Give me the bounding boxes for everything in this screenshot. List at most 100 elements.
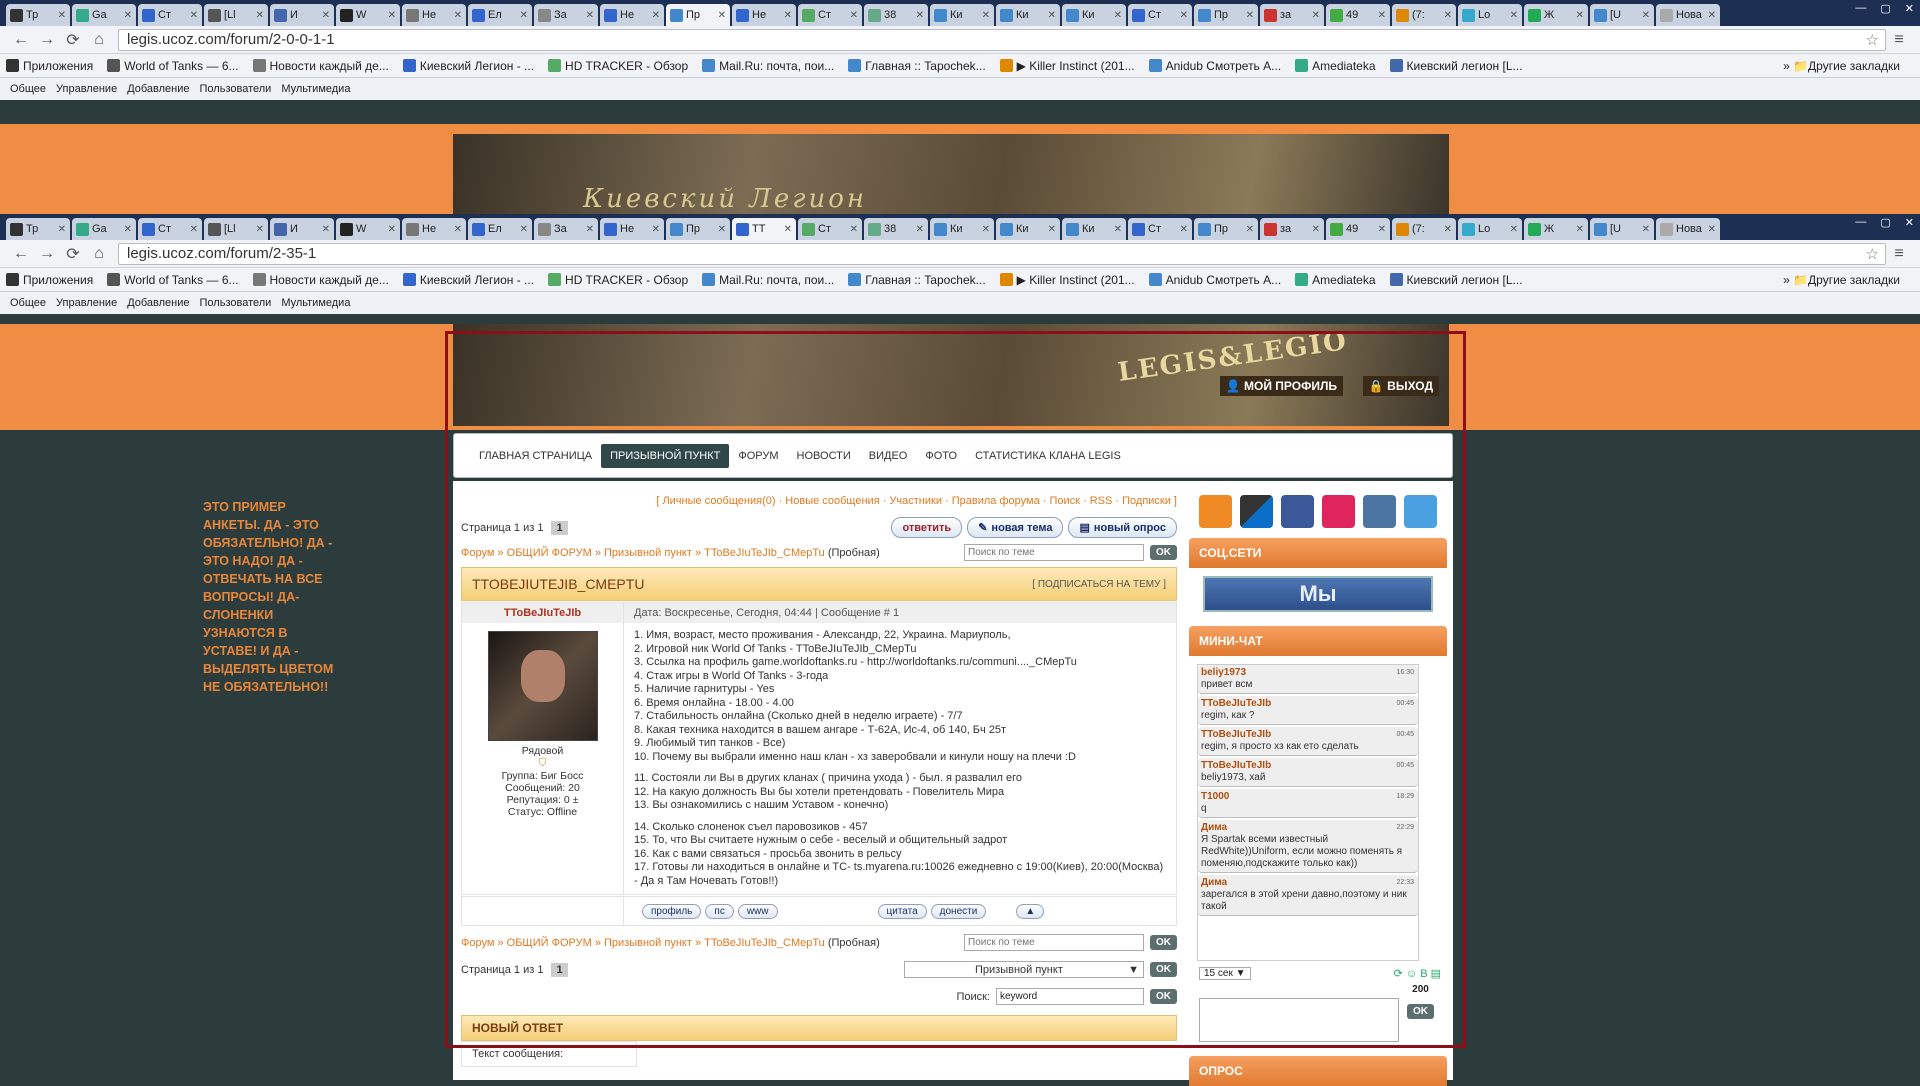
close-tab-icon[interactable]: ✕ — [520, 224, 528, 235]
browser-tab[interactable]: TT ✕ — [732, 218, 796, 240]
bookmark-item[interactable]: ▶ Killer Instinct (201... — [999, 59, 1135, 73]
chat-author[interactable]: TToBeJIuTeJIb — [1201, 760, 1415, 772]
close-tab-icon[interactable]: ✕ — [1048, 10, 1056, 21]
topic-search-input[interactable] — [964, 934, 1144, 951]
forum-links[interactable]: [ Личные сообщения(0) · Новые сообщения … — [461, 481, 1177, 507]
bookmark-item[interactable]: Mail.Ru: почта, пои... — [702, 59, 834, 73]
back-icon[interactable]: ← — [8, 245, 34, 263]
close-tab-icon[interactable]: ✕ — [652, 224, 660, 235]
browser-tab[interactable]: Ки ✕ — [1062, 218, 1126, 240]
nav-item[interactable]: ФОРУМ — [729, 444, 787, 468]
new-poll-button[interactable]: ▤ новый опрос — [1068, 517, 1177, 538]
twitter-icon[interactable] — [1404, 495, 1437, 528]
close-tab-icon[interactable]: ✕ — [1444, 224, 1452, 235]
chat-author[interactable]: Дима — [1201, 822, 1415, 834]
browser-tab[interactable]: Lo ✕ — [1458, 4, 1522, 26]
browser-tab[interactable]: Ел ✕ — [468, 218, 532, 240]
close-tab-icon[interactable]: ✕ — [454, 224, 462, 235]
refresh-interval-select[interactable]: 15 сек ▼ — [1199, 967, 1251, 980]
forum-jump-select[interactable]: Призывной пункт ▼ — [904, 961, 1144, 978]
reload-icon[interactable]: ⟳ — [60, 244, 86, 264]
close-tab-icon[interactable]: ✕ — [190, 10, 198, 21]
ucoz-menu-item[interactable]: Общее — [10, 297, 46, 309]
close-tab-icon[interactable]: ✕ — [1114, 224, 1122, 235]
close-tab-icon[interactable]: ✕ — [58, 10, 66, 21]
bookmark-item[interactable]: HD TRACKER - Обзор — [548, 273, 688, 287]
bookmark-item[interactable]: Приложения — [6, 273, 93, 287]
close-tab-icon[interactable]: ✕ — [1642, 10, 1650, 21]
browser-tab[interactable]: Не ✕ — [600, 4, 664, 26]
browser-tab[interactable]: (7: ✕ — [1392, 4, 1456, 26]
home-icon[interactable]: ⌂ — [86, 31, 112, 49]
browser-tab[interactable]: [U ✕ — [1590, 4, 1654, 26]
chat-send-button[interactable]: OK — [1407, 1004, 1434, 1019]
close-tab-icon[interactable]: ✕ — [256, 10, 264, 21]
close-tab-icon[interactable]: ✕ — [1708, 10, 1716, 21]
close-tab-icon[interactable]: ✕ — [1444, 10, 1452, 21]
close-tab-icon[interactable]: ✕ — [784, 10, 792, 21]
browser-tab[interactable]: Lo ✕ — [1458, 218, 1522, 240]
search-ok-button[interactable]: OK — [1150, 545, 1177, 560]
ucoz-menu-item[interactable]: Пользователи — [200, 83, 272, 95]
forward-icon[interactable]: → — [34, 31, 60, 49]
ucoz-menu-item[interactable]: Общее — [10, 83, 46, 95]
bookmark-item[interactable]: HD TRACKER - Обзор — [548, 59, 688, 73]
delicious-icon[interactable] — [1240, 495, 1273, 528]
back-icon[interactable]: ← — [8, 31, 34, 49]
close-tab-icon[interactable]: ✕ — [256, 224, 264, 235]
bookmark-item[interactable]: Главная :: Tapochek... — [848, 59, 986, 73]
www-button[interactable]: www — [737, 903, 778, 919]
close-tab-icon[interactable]: ✕ — [1312, 10, 1320, 21]
ucoz-menu-item[interactable]: Пользователи — [200, 297, 272, 309]
star-icon[interactable]: ☆ — [1866, 31, 1879, 49]
browser-tab[interactable]: За ✕ — [534, 218, 598, 240]
browser-tab[interactable]: Ки ✕ — [1062, 4, 1126, 26]
close-tab-icon[interactable]: ✕ — [322, 10, 330, 21]
profile-button[interactable]: профиль — [642, 903, 702, 919]
close-tab-icon[interactable]: ✕ — [1510, 224, 1518, 235]
bookmark-item[interactable]: Anidub Смотреть А... — [1148, 59, 1281, 73]
close-tab-icon[interactable]: ✕ — [850, 10, 858, 21]
browser-tab[interactable]: [Ll ✕ — [204, 218, 268, 240]
close-tab-icon[interactable]: ✕ — [1246, 224, 1254, 235]
search-ok-button[interactable]: OK — [1150, 935, 1177, 950]
browser-tab[interactable]: 38 ✕ — [864, 4, 928, 26]
url-input[interactable]: legis.ucoz.com/forum/2-35-1 ☆ — [118, 242, 1886, 265]
browser-tab[interactable]: W ✕ — [336, 4, 400, 26]
crumb-section[interactable]: Призывной пункт — [604, 547, 692, 559]
chat-author[interactable]: T1000 — [1201, 791, 1415, 803]
nav-item[interactable]: ФОТО — [916, 444, 966, 468]
crumb-general[interactable]: ОБЩИЙ ФОРУМ — [507, 937, 592, 949]
browser-tab[interactable]: Ж ✕ — [1524, 218, 1588, 240]
ucoz-menu-item[interactable]: Добавление — [127, 297, 189, 309]
close-tab-icon[interactable]: ✕ — [652, 10, 660, 21]
nav-item[interactable]: СТАТИСТИКА КЛАНА LEGIS — [966, 444, 1130, 468]
minichat-messages[interactable]: 16:30 beliy1973 привет всм 00:45 TToBeJIuTeJ… — [1197, 664, 1419, 961]
close-tab-icon[interactable]: ✕ — [1114, 10, 1122, 21]
window-controls[interactable]: — ▢ ✕ — [1855, 216, 1914, 229]
bookmark-item[interactable]: Новости каждый де... — [252, 273, 389, 287]
browser-tab[interactable]: Нова ✕ — [1656, 218, 1720, 240]
bookmark-item[interactable]: World of Tanks — 6... — [107, 59, 239, 73]
nav-item[interactable]: НОВОСТИ — [788, 444, 860, 468]
quote-button[interactable]: цитата — [877, 903, 927, 919]
browser-tab[interactable]: за ✕ — [1260, 218, 1324, 240]
bookmark-item[interactable]: Mail.Ru: почта, пои... — [702, 273, 834, 287]
bookmark-item[interactable]: Киевский Легион - ... — [402, 59, 534, 73]
browser-tab[interactable]: Ст ✕ — [138, 4, 202, 26]
reload-icon[interactable]: ⟳ — [60, 30, 86, 50]
close-tab-icon[interactable]: ✕ — [1378, 10, 1386, 21]
browser-tab[interactable]: Ст ✕ — [138, 218, 202, 240]
browser-tab[interactable]: И ✕ — [270, 4, 334, 26]
close-tab-icon[interactable]: ✕ — [1642, 224, 1650, 235]
bookmark-item[interactable]: Amediateka — [1295, 59, 1376, 73]
browser-tab[interactable]: Пр ✕ — [666, 4, 730, 26]
browser-tab[interactable]: Ки ✕ — [996, 218, 1060, 240]
home-icon[interactable]: ⌂ — [86, 245, 112, 263]
close-tab-icon[interactable]: ✕ — [190, 224, 198, 235]
forum-search-ok[interactable]: OK — [1150, 989, 1177, 1004]
subscribe-link[interactable]: [ ПОДПИСАТЬСЯ НА ТЕМУ ] — [1032, 579, 1166, 590]
page-number[interactable]: 1 — [551, 962, 568, 977]
crumb-topic[interactable]: TToBeJIuTeJIb_CMepTu — [704, 937, 825, 949]
close-tab-icon[interactable]: ✕ — [850, 224, 858, 235]
